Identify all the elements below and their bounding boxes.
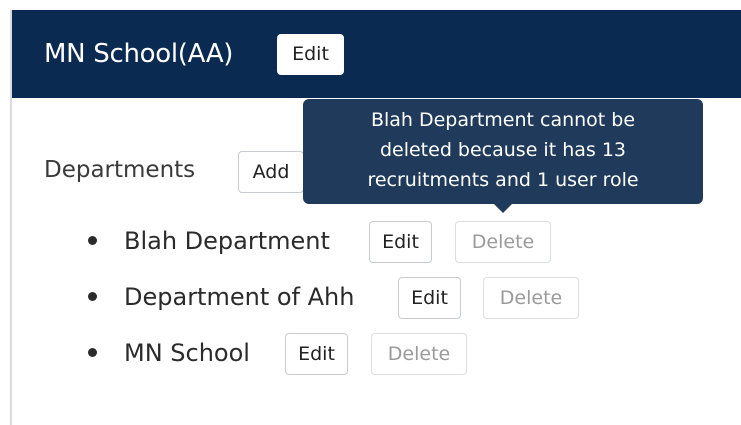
tooltip-line: Blah Department cannot be xyxy=(370,109,636,131)
edit-department-button[interactable]: Edit xyxy=(369,221,432,263)
add-department-button[interactable]: Add xyxy=(238,151,304,193)
school-panel: MN School(AA) Edit Departments Add Blah … xyxy=(10,10,741,425)
delete-department-button[interactable]: Delete xyxy=(455,221,551,263)
tooltip-line: recruitments and 1 user role xyxy=(367,169,639,191)
tooltip-arrow xyxy=(494,204,512,213)
delete-department-button[interactable]: Delete xyxy=(483,277,579,319)
edit-school-button[interactable]: Edit xyxy=(277,34,344,75)
list-bullet xyxy=(88,348,97,357)
delete-blocked-tooltip: Blah Department cannot be deleted becaus… xyxy=(303,99,703,204)
department-name: Blah Department xyxy=(124,227,330,255)
delete-department-button[interactable]: Delete xyxy=(371,333,467,375)
department-name: Department of Ahh xyxy=(124,283,355,311)
school-title: MN School(AA) xyxy=(44,39,234,69)
panel-header: MN School(AA) Edit xyxy=(12,10,741,98)
edit-department-button[interactable]: Edit xyxy=(285,333,348,375)
departments-heading: Departments xyxy=(44,157,196,183)
list-bullet xyxy=(88,236,97,245)
tooltip-line: deleted because it has 13 xyxy=(379,139,627,161)
list-bullet xyxy=(88,292,97,301)
department-name: MN School xyxy=(124,339,250,367)
edit-department-button[interactable]: Edit xyxy=(398,277,461,319)
